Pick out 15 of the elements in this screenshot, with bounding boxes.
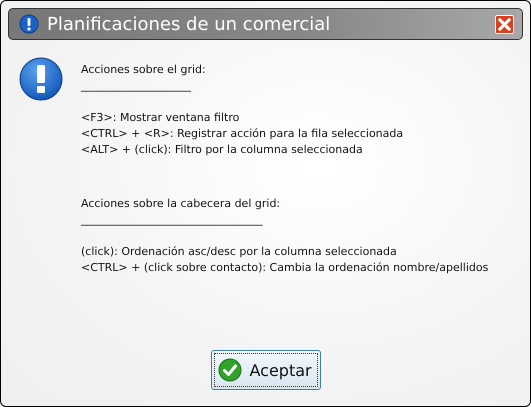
accept-button[interactable]: Aceptar xyxy=(210,350,320,390)
checkmark-icon xyxy=(218,358,242,382)
shortcut-text: <CTRL> + (click sobre contacto): Cambia la ordenación nombre/apellidos xyxy=(81,260,488,276)
shortcut-text: <F3>: Mostrar ventana filtro xyxy=(81,110,240,126)
close-icon[interactable] xyxy=(495,14,514,34)
info-icon xyxy=(19,14,39,34)
underline-text: ____________________ xyxy=(81,78,192,94)
section-heading: Acciones sobre el grid: xyxy=(81,62,207,78)
section-heading: Acciones sobre la cabecera del grid: xyxy=(81,196,282,212)
exclamation-icon xyxy=(19,57,63,101)
shortcut-text: <ALT> + (click): Filtro por la columna seleccionada xyxy=(81,142,364,158)
underline-text: _________________________________ xyxy=(81,212,264,228)
shortcut-text: (click): Ordenación asc/desc por la columna seleccionada xyxy=(81,244,398,260)
shortcut-text: <CTRL> + <R>: Registrar acción para la fila seleccionada xyxy=(81,126,404,142)
window-title: Planificaciones de un comercial xyxy=(47,14,332,34)
